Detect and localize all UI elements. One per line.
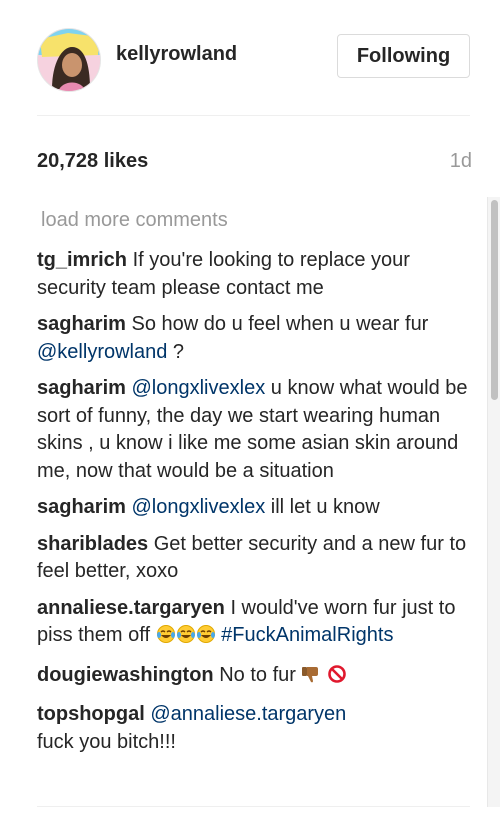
comment-username[interactable]: dougiewashington (37, 664, 214, 686)
post-age[interactable]: 1d (450, 150, 472, 173)
comment-username[interactable]: shariblades (37, 533, 148, 555)
comment-username[interactable]: annaliese.targaryen (37, 597, 225, 619)
comment-text: ill let u know (270, 496, 380, 518)
comment-mention[interactable]: @kellyrowland (37, 341, 167, 363)
comment-mention[interactable]: @longxlivexlex (132, 496, 266, 518)
avatar-image (38, 29, 100, 91)
comment: sagharim @longxlivexlex ill let u know (37, 494, 477, 522)
likes-count[interactable]: 20,728 likes (37, 150, 148, 173)
comment-username[interactable]: tg_imrich (37, 249, 127, 271)
comment: annaliese.targaryen I would've worn fur … (37, 595, 477, 653)
comment-mention[interactable]: @annaliese.targaryen (150, 703, 346, 725)
tears-of-joy-icon (156, 624, 216, 653)
comment: dougiewashington No to fur (37, 662, 477, 693)
comment-list: tg_imrich If you're looking to replace y… (37, 247, 477, 765)
comment-mention[interactable]: @longxlivexlex (132, 377, 266, 399)
post-header: kellyrowland Following (0, 0, 500, 115)
comment-text: No to fur (219, 663, 296, 686)
comment-username[interactable]: sagharim (37, 496, 126, 518)
comment: sagharim @longxlivexlex u know what woul… (37, 375, 477, 485)
avatar[interactable] (37, 28, 101, 92)
comment-hashtag[interactable]: #FuckAnimalRights (221, 624, 393, 646)
thumbs-down-icon (301, 664, 321, 693)
comment-username[interactable]: sagharim (37, 313, 126, 335)
footer-divider (37, 806, 470, 807)
prohibited-icon (327, 664, 347, 693)
comment-text: So how do u feel when u wear fur (131, 313, 429, 335)
comment-text: fuck you bitch!!! (37, 730, 176, 753)
load-more-comments-link[interactable]: load more comments (41, 209, 228, 232)
comment: tg_imrich If you're looking to replace y… (37, 247, 477, 302)
comments-scrollbar[interactable] (487, 197, 500, 807)
comment-username[interactable]: sagharim (37, 377, 126, 399)
following-button[interactable]: Following (337, 34, 470, 78)
comment: topshopgal @annaliese.targaryen fuck you… (37, 701, 477, 756)
comment-text-end: ? (172, 340, 185, 363)
post-username[interactable]: kellyrowland (116, 43, 237, 66)
header-divider (37, 115, 470, 116)
scrollbar-thumb[interactable] (491, 200, 498, 400)
comment-username[interactable]: topshopgal (37, 703, 145, 725)
comment: sagharim So how do u feel when u wear fu… (37, 311, 477, 366)
comment: shariblades Get better security and a ne… (37, 531, 477, 586)
